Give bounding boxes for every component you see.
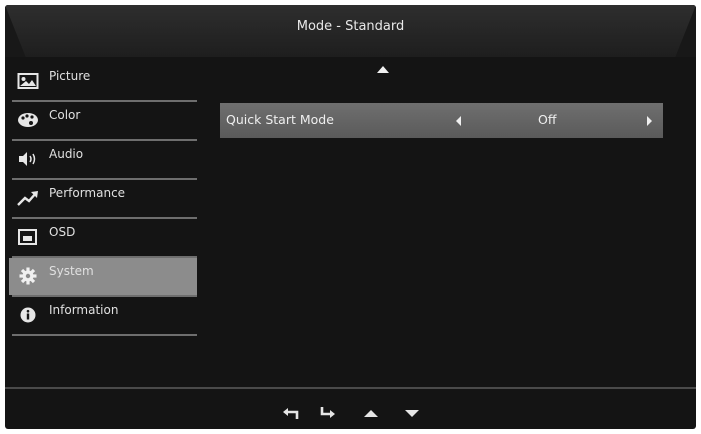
- setting-value: Off: [538, 112, 557, 127]
- scroll-up-icon[interactable]: [377, 66, 389, 73]
- back-icon[interactable]: [281, 405, 299, 421]
- divider: [12, 334, 197, 336]
- enter-icon[interactable]: [319, 405, 337, 421]
- gear-icon: [19, 267, 37, 285]
- sidebar: Picture Color Audio Performance OSD Syst…: [9, 63, 197, 336]
- sidebar-item-performance[interactable]: Performance: [9, 180, 197, 219]
- sidebar-item-label: OSD: [49, 225, 76, 239]
- footer-divider: [5, 387, 696, 389]
- sidebar-item-osd[interactable]: OSD: [9, 219, 197, 258]
- up-arrow-icon[interactable]: [362, 405, 380, 421]
- sidebar-item-label: Information: [49, 303, 119, 317]
- sidebar-item-color[interactable]: Color: [9, 102, 197, 141]
- sidebar-item-label: Performance: [49, 186, 126, 200]
- osd-window-icon: [18, 229, 37, 245]
- sidebar-item-label: Color: [49, 108, 81, 122]
- setting-row-quick-start-mode[interactable]: Quick Start Mode Off: [220, 103, 663, 138]
- sidebar-item-label: Audio: [49, 147, 84, 161]
- setting-label: Quick Start Mode: [226, 112, 334, 127]
- arrow-right-icon[interactable]: [647, 116, 652, 126]
- sidebar-item-system[interactable]: System: [9, 258, 197, 297]
- sidebar-item-information[interactable]: Information: [9, 297, 197, 336]
- picture-icon: [17, 73, 39, 89]
- sidebar-item-audio[interactable]: Audio: [9, 141, 197, 180]
- page-title: Mode - Standard: [296, 19, 405, 34]
- sidebar-item-picture[interactable]: Picture: [9, 63, 197, 102]
- color-palette-icon: [18, 113, 38, 127]
- speaker-icon: [19, 152, 36, 166]
- osd-menu: Mode - Standard Picture Color Audio Perf…: [5, 5, 696, 429]
- arrow-left-icon[interactable]: [456, 116, 461, 126]
- header-bar: Mode - Standard: [5, 5, 696, 57]
- info-icon: [20, 307, 36, 323]
- sidebar-item-label: Picture: [49, 69, 91, 83]
- down-arrow-icon[interactable]: [403, 405, 421, 421]
- performance-arrow-icon: [17, 191, 38, 206]
- sidebar-item-label: System: [49, 264, 94, 278]
